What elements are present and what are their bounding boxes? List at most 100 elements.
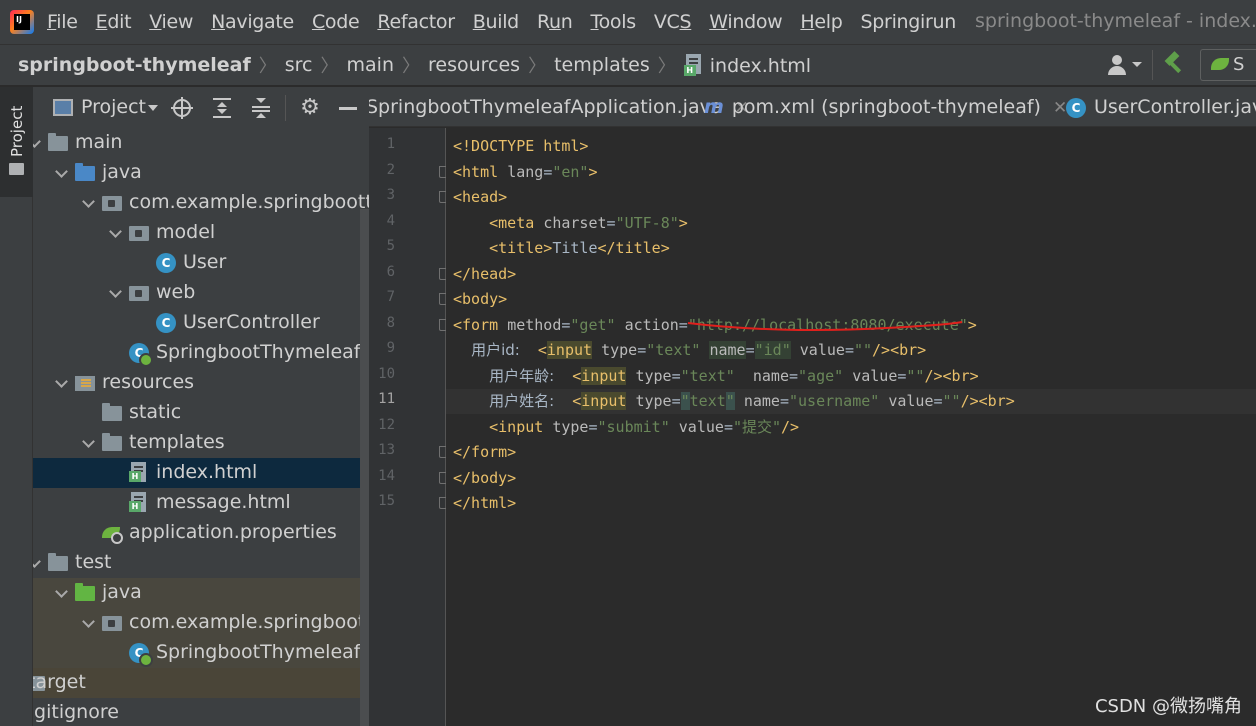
menu-help[interactable]: Help [791,11,851,33]
locate-file-icon[interactable] [171,97,193,119]
code-line[interactable]: <body> [453,287,507,312]
tree-item[interactable]: templates [33,428,369,458]
line-number[interactable]: 1 [369,136,395,152]
tree-item[interactable]: com.example.springbootthymeleaf [33,188,369,218]
line-number[interactable]: 13 [369,442,395,458]
chevron-down-icon[interactable] [55,586,69,600]
tree-item[interactable]: model [33,218,369,248]
chevron-down-icon[interactable] [82,616,96,630]
code-editor[interactable]: <!DOCTYPE html> <html lang="en"> <head> <m… [446,128,1256,726]
chevron-down-icon[interactable] [109,286,123,300]
tool-tab-project[interactable]: Project [0,87,33,197]
tree-item[interactable]: web [33,278,369,308]
tree-item[interactable]: CSpringbootThymeleafApplication [33,338,369,368]
menu-tools[interactable]: Tools [582,11,645,33]
code-line[interactable]: </html> [453,491,516,516]
code-line[interactable]: </form> [453,440,516,465]
breadcrumb-project[interactable]: springboot-thymeleaf [18,54,251,76]
code-line[interactable]: <html lang="en"> [453,160,598,185]
menu-build[interactable]: Build [464,11,528,33]
code-line[interactable]: <input type="submit" value="提交"/> [453,415,799,440]
menu-code[interactable]: Code [303,11,368,33]
code-line[interactable]: <head> [453,185,507,210]
chevron-down-icon[interactable] [82,196,96,210]
tab-pom-xml[interactable]: m pom.xml (springboot-thymeleaf) ✕ [704,87,1067,126]
breadcrumb-item[interactable]: main [347,54,394,76]
code-line[interactable]: 用户姓名: <input type="text" name="username"… [453,389,1015,414]
line-number[interactable]: 14 [369,468,395,484]
chevron-down-icon[interactable] [148,105,159,111]
tree-item[interactable]: static [33,398,369,428]
tree-item[interactable]: Hindex.html [33,458,369,488]
menu-vcs[interactable]: VCS [645,11,700,33]
menu-window[interactable]: Window [700,11,791,33]
tree-scrollbar[interactable] [360,209,369,726]
breadcrumb-item[interactable]: resources [428,54,520,76]
line-number[interactable]: 3 [369,187,395,203]
line-number[interactable]: 2 [369,162,395,178]
tree-item[interactable]: java [33,578,369,608]
tree-item[interactable]: C UserController [33,308,369,338]
code-line[interactable]: 用户年龄: <input type="text" name="age" valu… [453,364,979,389]
menu-view[interactable]: View [140,11,202,33]
line-number[interactable]: 11 [369,391,395,407]
tree-item[interactable]: com.example.springbootthymeleaf [33,608,369,638]
user-account-icon[interactable] [1106,50,1146,80]
line-number[interactable]: 4 [369,213,395,229]
tree-item[interactable]: C User [33,248,369,278]
line-number[interactable]: 6 [369,264,395,280]
hide-panel-icon[interactable] [337,97,359,119]
tree-item-label: target [33,671,86,693]
chevron-down-icon[interactable] [109,226,123,240]
line-number[interactable]: 7 [369,289,395,305]
chevron-down-icon[interactable] [33,556,42,570]
code-token: 用户id: [471,341,520,359]
tree-item[interactable]: CSpringbootThymeleafApplicationTests [33,638,369,668]
tree-item[interactable]: test [33,548,369,578]
breadcrumb-file[interactable]: Hindex.html [683,53,811,77]
breadcrumb-item[interactable]: templates [554,54,650,76]
line-number[interactable]: 10 [369,366,395,382]
chevron-down-icon[interactable] [82,436,96,450]
menu-refactor[interactable]: Refactor [368,11,463,33]
line-number[interactable]: 5 [369,238,395,254]
code-line[interactable]: <meta charset="UTF-8"> [453,211,688,236]
run-config-selector[interactable]: S [1200,49,1256,81]
menu-file[interactable]: File [38,11,87,33]
breadcrumb-item[interactable]: src [285,54,313,76]
intellij-logo-icon[interactable]: IJ [10,10,34,34]
code-line[interactable]: </body> [453,466,516,491]
tree-item[interactable]: .gitignore [33,698,369,726]
tree-item[interactable]: java [33,158,369,188]
build-hammer-icon[interactable] [1152,50,1196,80]
tree-item[interactable]: resources [33,368,369,398]
code-line[interactable]: 用户id: <input type="text" name="id" value… [453,338,926,363]
tree-item[interactable]: target [33,668,369,698]
gear-icon[interactable]: ⚙ [299,97,321,119]
tab-user-controller[interactable]: C UserController.java [1066,87,1256,126]
collapse-all-icon[interactable] [250,97,272,119]
menu-springirun[interactable]: Springirun [852,11,966,33]
line-number[interactable]: 15 [369,493,395,509]
tree-item[interactable]: application.properties [33,518,369,548]
tab-application-java[interactable]: SpringbootThymeleafApplication.java ✕ [369,87,749,126]
code-line[interactable]: <title>Title</title> [453,236,670,261]
code-line[interactable]: </head> [453,262,516,287]
expand-all-icon[interactable] [211,97,233,119]
code-token: input [581,366,627,385]
line-number[interactable]: 8 [369,315,395,331]
chevron-down-icon[interactable] [33,136,42,150]
menu-navigate[interactable]: Navigate [202,11,303,33]
menu-run[interactable]: Run [528,11,582,33]
editor-gutter[interactable]: 1 2 3 4 5 6 7 8 9 10 11 12 13 14 15 [369,128,449,726]
chevron-down-icon[interactable] [55,166,69,180]
code-token: "age" [798,366,844,385]
tree-item[interactable]: main [33,128,369,158]
line-number[interactable]: 12 [369,417,395,433]
tree-item[interactable]: Hmessage.html [33,488,369,518]
line-number[interactable]: 9 [369,340,395,356]
menu-edit[interactable]: Edit [87,11,141,33]
chevron-down-icon[interactable] [55,376,69,390]
project-view-selector[interactable]: Project [81,96,146,118]
code-line[interactable]: <!DOCTYPE html> [453,134,588,159]
